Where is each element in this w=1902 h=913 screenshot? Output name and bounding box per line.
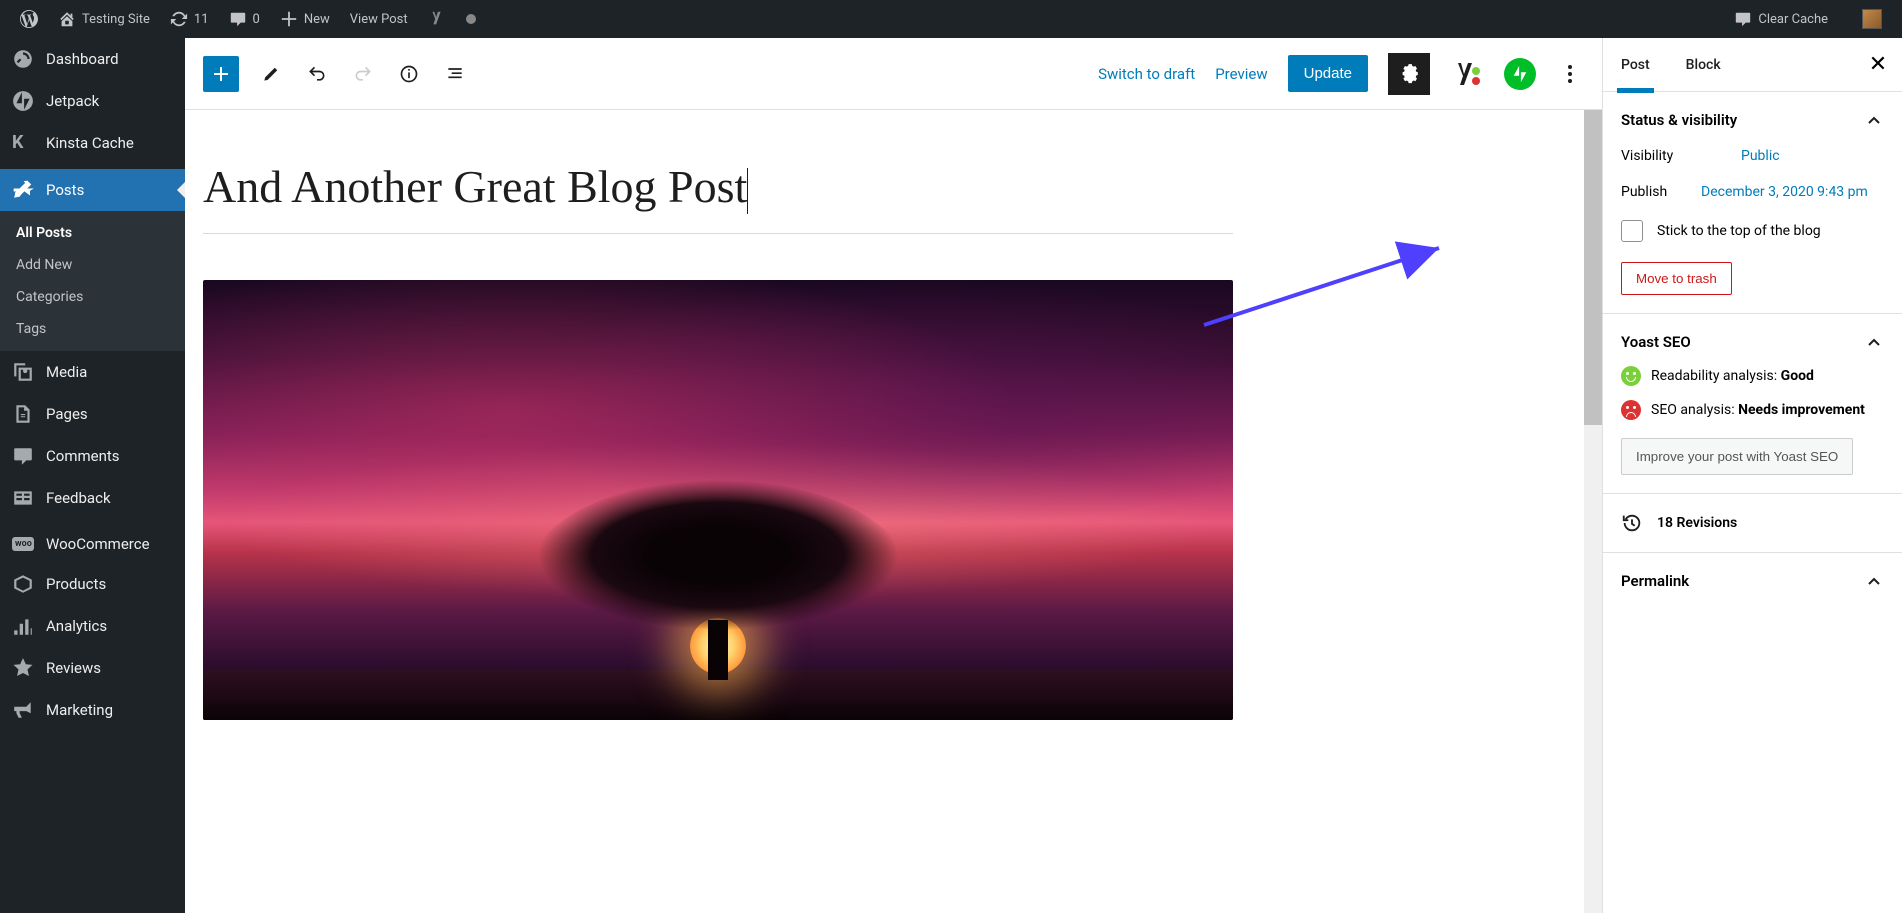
scrollbar-track[interactable]	[1584, 110, 1602, 913]
history-icon	[1621, 512, 1643, 534]
edit-mode-icon[interactable]	[257, 60, 285, 88]
user-avatar[interactable]	[1852, 0, 1892, 38]
updates[interactable]: 11	[160, 0, 219, 38]
title-underline	[203, 233, 1233, 234]
sticky-label: Stick to the top of the blog	[1657, 223, 1821, 239]
sidebar-item-posts[interactable]: Posts	[0, 169, 185, 211]
settings-sidebar: Post Block ✕ Status & visibility Visibil…	[1602, 38, 1902, 913]
improve-yoast-button[interactable]: Improve your post with Yoast SEO	[1621, 438, 1853, 475]
site-name-text: Testing Site	[82, 12, 150, 27]
featured-image-block[interactable]	[203, 280, 1233, 720]
sticky-checkbox[interactable]	[1621, 220, 1643, 242]
posts-submenu: All Posts Add New Categories Tags	[0, 211, 185, 351]
submenu-add-new[interactable]: Add New	[0, 249, 185, 281]
site-name[interactable]: Testing Site	[48, 0, 160, 38]
redo-icon	[349, 60, 377, 88]
settings-tabs: Post Block ✕	[1603, 38, 1902, 92]
yoast-header-icon[interactable]	[1450, 57, 1484, 91]
comments-link[interactable]: 0	[219, 0, 270, 38]
panel-toggle-status[interactable]: Status & visibility	[1621, 110, 1884, 130]
editor-canvas[interactable]: And Another Great Blog Post	[185, 110, 1602, 913]
editor-toolbar: Switch to draft Preview Update	[185, 38, 1602, 110]
sidebar-item-jetpack[interactable]: Jetpack	[0, 80, 185, 122]
publish-label: Publish	[1621, 184, 1701, 200]
sidebar-item-woocommerce[interactable]: woo WooCommerce	[0, 525, 185, 563]
outline-icon[interactable]	[441, 60, 469, 88]
undo-icon[interactable]	[303, 60, 331, 88]
post-title-input[interactable]: And Another Great Blog Post	[203, 160, 747, 213]
panel-yoast: Yoast SEO Readability analysis: Good SEO…	[1603, 314, 1902, 494]
switch-to-draft-button[interactable]: Switch to draft	[1098, 65, 1195, 83]
block-editor: Switch to draft Preview Update	[185, 38, 1902, 913]
seo-status-icon	[1621, 400, 1641, 420]
submenu-all-posts[interactable]: All Posts	[0, 217, 185, 249]
jetpack-header-icon[interactable]	[1504, 58, 1536, 90]
text-cursor	[747, 168, 748, 214]
wp-logo[interactable]	[10, 0, 48, 38]
sidebar-item-comments[interactable]: Comments	[0, 435, 185, 477]
sidebar-item-media[interactable]: Media	[0, 351, 185, 393]
preview-button[interactable]: Preview	[1215, 65, 1267, 83]
readability-status-icon	[1621, 366, 1641, 386]
visibility-label: Visibility	[1621, 148, 1741, 164]
tab-post[interactable]: Post	[1603, 38, 1668, 92]
publish-value[interactable]: December 3, 2020 9:43 pm	[1701, 184, 1868, 200]
visibility-value[interactable]: Public	[1741, 148, 1780, 164]
panel-toggle-yoast[interactable]: Yoast SEO	[1621, 332, 1884, 352]
view-post[interactable]: View Post	[340, 0, 418, 38]
sidebar-item-feedback[interactable]: Feedback	[0, 477, 185, 519]
new-content[interactable]: New	[270, 0, 340, 38]
sidebar-item-marketing[interactable]: Marketing	[0, 689, 185, 731]
chevron-up-icon	[1864, 571, 1884, 591]
annotation-arrow	[1199, 240, 1449, 330]
chevron-up-icon	[1864, 332, 1884, 352]
sidebar-item-products[interactable]: Products	[0, 563, 185, 605]
sidebar-item-reviews[interactable]: Reviews	[0, 647, 185, 689]
move-to-trash-button[interactable]: Move to trash	[1621, 262, 1732, 295]
updates-count: 11	[194, 12, 209, 27]
submenu-categories[interactable]: Categories	[0, 281, 185, 313]
info-icon[interactable]	[395, 60, 423, 88]
add-block-button[interactable]	[203, 56, 239, 92]
close-settings-icon[interactable]: ✕	[1854, 52, 1902, 77]
sidebar-item-pages[interactable]: Pages	[0, 393, 185, 435]
yoast-adminbar[interactable]	[418, 0, 456, 38]
admin-sidebar: Dashboard Jetpack K Kinsta Cache Posts A…	[0, 38, 185, 913]
tab-block[interactable]: Block	[1668, 38, 1739, 92]
admin-bar: Testing Site 11 0 New View Post Clear Ca…	[0, 0, 1902, 38]
submenu-tags[interactable]: Tags	[0, 313, 185, 345]
revisions-row[interactable]: 18 Revisions	[1603, 494, 1902, 553]
update-button[interactable]: Update	[1288, 55, 1368, 92]
settings-button[interactable]	[1388, 53, 1430, 95]
chevron-up-icon	[1864, 110, 1884, 130]
sidebar-item-dashboard[interactable]: Dashboard	[0, 38, 185, 80]
panel-status-visibility: Status & visibility Visibility Public Pu…	[1603, 92, 1902, 314]
new-label: New	[304, 12, 330, 27]
scrollbar-thumb[interactable]	[1584, 110, 1602, 425]
more-options-icon[interactable]	[1556, 56, 1584, 92]
panel-toggle-permalink[interactable]: Permalink	[1621, 571, 1884, 591]
clear-cache[interactable]: Clear Cache	[1724, 0, 1838, 38]
sidebar-item-kinsta[interactable]: K Kinsta Cache	[0, 122, 185, 163]
status-dot[interactable]	[456, 0, 486, 38]
panel-permalink: Permalink	[1603, 553, 1902, 609]
sidebar-item-analytics[interactable]: Analytics	[0, 605, 185, 647]
comments-link-count: 0	[253, 12, 260, 27]
